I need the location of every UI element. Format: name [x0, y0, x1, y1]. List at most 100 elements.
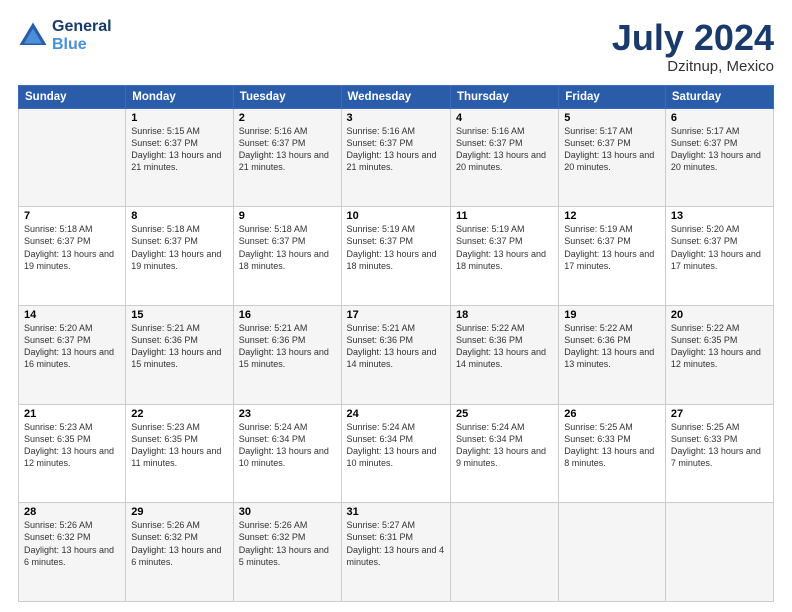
table-cell: 8Sunrise: 5:18 AMSunset: 6:37 PMDaylight…: [126, 207, 233, 306]
day-info: Sunrise: 5:20 AMSunset: 6:37 PMDaylight:…: [24, 322, 120, 371]
day-number: 14: [24, 309, 120, 321]
table-cell: 4Sunrise: 5:16 AMSunset: 6:37 PMDaylight…: [450, 108, 558, 207]
table-cell: 9Sunrise: 5:18 AMSunset: 6:37 PMDaylight…: [233, 207, 341, 306]
table-cell: 19Sunrise: 5:22 AMSunset: 6:36 PMDayligh…: [559, 305, 666, 404]
day-number: 21: [24, 408, 120, 420]
day-info: Sunrise: 5:26 AMSunset: 6:32 PMDaylight:…: [239, 519, 336, 568]
day-info: Sunrise: 5:18 AMSunset: 6:37 PMDaylight:…: [239, 223, 336, 272]
day-info: Sunrise: 5:21 AMSunset: 6:36 PMDaylight:…: [131, 322, 227, 371]
table-cell: [665, 503, 773, 602]
col-tuesday: Tuesday: [233, 85, 341, 108]
day-info: Sunrise: 5:24 AMSunset: 6:34 PMDaylight:…: [239, 421, 336, 470]
day-number: 15: [131, 309, 227, 321]
month-title: July 2024: [612, 18, 774, 58]
day-info: Sunrise: 5:17 AMSunset: 6:37 PMDaylight:…: [671, 125, 768, 174]
day-number: 1: [131, 112, 227, 124]
day-info: Sunrise: 5:27 AMSunset: 6:31 PMDaylight:…: [347, 519, 445, 568]
day-number: 3: [347, 112, 445, 124]
day-info: Sunrise: 5:25 AMSunset: 6:33 PMDaylight:…: [671, 421, 768, 470]
day-number: 19: [564, 309, 660, 321]
calendar-header-row: Sunday Monday Tuesday Wednesday Thursday…: [19, 85, 774, 108]
day-number: 11: [456, 210, 553, 222]
day-number: 8: [131, 210, 227, 222]
col-wednesday: Wednesday: [341, 85, 450, 108]
location: Dzitnup, Mexico: [612, 58, 774, 75]
col-sunday: Sunday: [19, 85, 126, 108]
day-number: 30: [239, 506, 336, 518]
day-number: 9: [239, 210, 336, 222]
table-cell: 7Sunrise: 5:18 AMSunset: 6:37 PMDaylight…: [19, 207, 126, 306]
day-info: Sunrise: 5:21 AMSunset: 6:36 PMDaylight:…: [347, 322, 445, 371]
page: General Blue July 2024 Dzitnup, Mexico S…: [0, 0, 792, 612]
table-cell: [559, 503, 666, 602]
day-number: 31: [347, 506, 445, 518]
day-info: Sunrise: 5:18 AMSunset: 6:37 PMDaylight:…: [24, 223, 120, 272]
day-number: 25: [456, 408, 553, 420]
col-thursday: Thursday: [450, 85, 558, 108]
day-number: 10: [347, 210, 445, 222]
day-info: Sunrise: 5:19 AMSunset: 6:37 PMDaylight:…: [347, 223, 445, 272]
table-cell: 3Sunrise: 5:16 AMSunset: 6:37 PMDaylight…: [341, 108, 450, 207]
logo: General Blue: [18, 18, 112, 54]
day-number: 27: [671, 408, 768, 420]
table-cell: 14Sunrise: 5:20 AMSunset: 6:37 PMDayligh…: [19, 305, 126, 404]
day-info: Sunrise: 5:16 AMSunset: 6:37 PMDaylight:…: [456, 125, 553, 174]
day-number: 5: [564, 112, 660, 124]
table-cell: 5Sunrise: 5:17 AMSunset: 6:37 PMDaylight…: [559, 108, 666, 207]
table-cell: 6Sunrise: 5:17 AMSunset: 6:37 PMDaylight…: [665, 108, 773, 207]
table-cell: 11Sunrise: 5:19 AMSunset: 6:37 PMDayligh…: [450, 207, 558, 306]
table-cell: 27Sunrise: 5:25 AMSunset: 6:33 PMDayligh…: [665, 404, 773, 503]
day-number: 20: [671, 309, 768, 321]
col-saturday: Saturday: [665, 85, 773, 108]
table-cell: 31Sunrise: 5:27 AMSunset: 6:31 PMDayligh…: [341, 503, 450, 602]
table-cell: 17Sunrise: 5:21 AMSunset: 6:36 PMDayligh…: [341, 305, 450, 404]
table-cell: 29Sunrise: 5:26 AMSunset: 6:32 PMDayligh…: [126, 503, 233, 602]
table-cell: 10Sunrise: 5:19 AMSunset: 6:37 PMDayligh…: [341, 207, 450, 306]
day-info: Sunrise: 5:15 AMSunset: 6:37 PMDaylight:…: [131, 125, 227, 174]
day-info: Sunrise: 5:16 AMSunset: 6:37 PMDaylight:…: [347, 125, 445, 174]
day-info: Sunrise: 5:23 AMSunset: 6:35 PMDaylight:…: [24, 421, 120, 470]
day-info: Sunrise: 5:26 AMSunset: 6:32 PMDaylight:…: [131, 519, 227, 568]
day-info: Sunrise: 5:22 AMSunset: 6:36 PMDaylight:…: [456, 322, 553, 371]
table-cell: 18Sunrise: 5:22 AMSunset: 6:36 PMDayligh…: [450, 305, 558, 404]
table-cell: 24Sunrise: 5:24 AMSunset: 6:34 PMDayligh…: [341, 404, 450, 503]
day-info: Sunrise: 5:24 AMSunset: 6:34 PMDaylight:…: [456, 421, 553, 470]
day-info: Sunrise: 5:16 AMSunset: 6:37 PMDaylight:…: [239, 125, 336, 174]
calendar-row: 28Sunrise: 5:26 AMSunset: 6:32 PMDayligh…: [19, 503, 774, 602]
day-info: Sunrise: 5:18 AMSunset: 6:37 PMDaylight:…: [131, 223, 227, 272]
day-number: 16: [239, 309, 336, 321]
calendar-row: 7Sunrise: 5:18 AMSunset: 6:37 PMDaylight…: [19, 207, 774, 306]
table-cell: 28Sunrise: 5:26 AMSunset: 6:32 PMDayligh…: [19, 503, 126, 602]
day-info: Sunrise: 5:23 AMSunset: 6:35 PMDaylight:…: [131, 421, 227, 470]
day-info: Sunrise: 5:21 AMSunset: 6:36 PMDaylight:…: [239, 322, 336, 371]
table-cell: 22Sunrise: 5:23 AMSunset: 6:35 PMDayligh…: [126, 404, 233, 503]
col-friday: Friday: [559, 85, 666, 108]
table-cell: 21Sunrise: 5:23 AMSunset: 6:35 PMDayligh…: [19, 404, 126, 503]
title-block: July 2024 Dzitnup, Mexico: [612, 18, 774, 75]
day-info: Sunrise: 5:19 AMSunset: 6:37 PMDaylight:…: [456, 223, 553, 272]
day-info: Sunrise: 5:26 AMSunset: 6:32 PMDaylight:…: [24, 519, 120, 568]
table-cell: 12Sunrise: 5:19 AMSunset: 6:37 PMDayligh…: [559, 207, 666, 306]
day-number: 2: [239, 112, 336, 124]
day-number: 24: [347, 408, 445, 420]
day-number: 6: [671, 112, 768, 124]
day-info: Sunrise: 5:17 AMSunset: 6:37 PMDaylight:…: [564, 125, 660, 174]
logo-icon: [18, 21, 48, 51]
day-info: Sunrise: 5:25 AMSunset: 6:33 PMDaylight:…: [564, 421, 660, 470]
header: General Blue July 2024 Dzitnup, Mexico: [18, 18, 774, 75]
day-number: 26: [564, 408, 660, 420]
table-cell: [19, 108, 126, 207]
day-number: 17: [347, 309, 445, 321]
table-cell: 13Sunrise: 5:20 AMSunset: 6:37 PMDayligh…: [665, 207, 773, 306]
day-number: 4: [456, 112, 553, 124]
day-number: 23: [239, 408, 336, 420]
table-cell: [450, 503, 558, 602]
day-number: 7: [24, 210, 120, 222]
col-monday: Monday: [126, 85, 233, 108]
table-cell: 1Sunrise: 5:15 AMSunset: 6:37 PMDaylight…: [126, 108, 233, 207]
day-info: Sunrise: 5:20 AMSunset: 6:37 PMDaylight:…: [671, 223, 768, 272]
table-cell: 26Sunrise: 5:25 AMSunset: 6:33 PMDayligh…: [559, 404, 666, 503]
day-number: 28: [24, 506, 120, 518]
day-info: Sunrise: 5:19 AMSunset: 6:37 PMDaylight:…: [564, 223, 660, 272]
day-number: 18: [456, 309, 553, 321]
